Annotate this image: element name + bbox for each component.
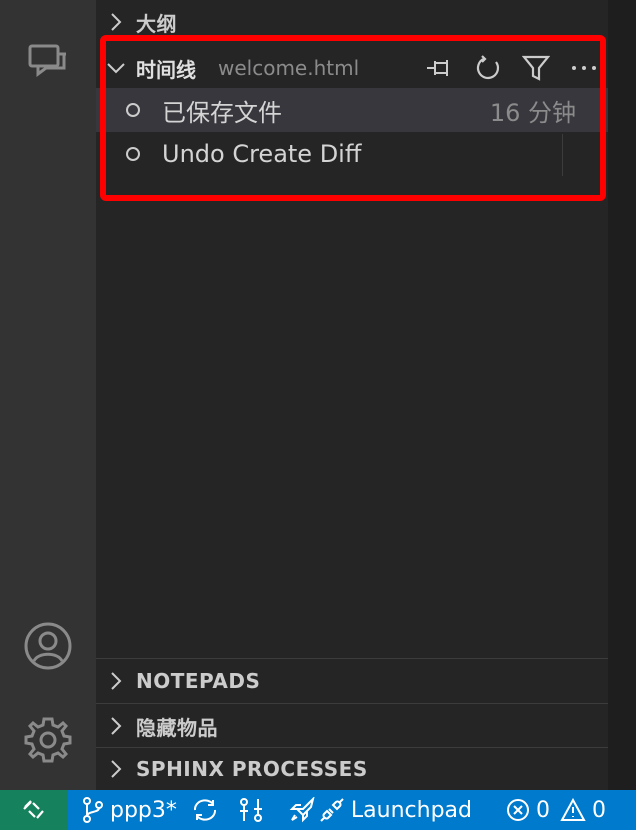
filter-icon[interactable] [512, 46, 560, 90]
sync-status[interactable] [191, 790, 219, 830]
account-icon[interactable] [22, 620, 74, 672]
compare-status[interactable] [239, 790, 263, 830]
timeline-entry[interactable]: Undo Create Diff [96, 132, 608, 176]
rocket-icon [289, 797, 315, 823]
timeline-entry-time: 16 分钟 [489, 98, 576, 127]
status-bar: ppp3* Launchpad 0 0 [0, 790, 636, 830]
outline-title: 大纲 [136, 11, 177, 36]
chevron-right-icon [96, 671, 136, 691]
branch-status[interactable]: ppp3* [82, 790, 177, 830]
pin-icon[interactable] [416, 46, 464, 90]
notepads-title: NOTEPADS [136, 669, 261, 693]
timeline-section-header[interactable]: 时间线 welcome.html [96, 46, 608, 90]
timeline-entry-label: Undo Create Diff [162, 140, 362, 168]
branch-name: ppp3* [110, 797, 177, 823]
chevron-down-icon [96, 61, 136, 75]
commit-dot-icon [126, 147, 140, 161]
sync-icon [193, 799, 216, 821]
outline-section-header[interactable]: 大纲 [96, 0, 608, 44]
hidden-items-section-header[interactable]: 隐藏物品 [96, 704, 608, 748]
remote-indicator[interactable] [0, 790, 68, 830]
hidden-items-title: 隐藏物品 [136, 715, 218, 740]
warning-count: 0 [591, 797, 606, 823]
timeline-entry-label: 已保存文件 [162, 98, 282, 127]
sidebar: 大纲 时间线 welcome.html 已保存文件 16 分钟 Undo Cre… [96, 0, 608, 790]
problems-status[interactable]: 0 0 [506, 790, 606, 830]
gear-icon[interactable] [22, 714, 74, 766]
editor-edge [608, 0, 636, 790]
plug-icon [320, 798, 344, 822]
launchpad-status[interactable]: Launchpad [289, 790, 472, 830]
chat-icon[interactable] [22, 36, 74, 88]
activity-bar [0, 0, 96, 790]
error-count: 0 [535, 797, 550, 823]
warning-icon [560, 798, 586, 821]
notepads-section-header[interactable]: NOTEPADS [96, 659, 608, 703]
sphinx-title: SPHINX PROCESSES [136, 757, 368, 781]
chevron-right-icon [96, 759, 136, 779]
more-actions-icon[interactable] [560, 46, 608, 90]
chevron-right-icon [96, 716, 136, 736]
vscode-window: 大纲 时间线 welcome.html 已保存文件 16 分钟 Undo Cre… [0, 0, 636, 830]
chevron-right-icon [96, 12, 136, 32]
timeline-column-divider [562, 134, 563, 176]
remote-icon [23, 800, 44, 819]
timeline-title: 时间线 [136, 57, 196, 82]
git-compare-icon [239, 798, 262, 822]
timeline-file: welcome.html [218, 56, 360, 80]
refresh-icon[interactable] [464, 46, 512, 90]
timeline-entry[interactable]: 已保存文件 16 分钟 [96, 88, 608, 132]
commit-dot-icon [126, 103, 140, 117]
error-icon [506, 799, 529, 821]
sphinx-section-header[interactable]: SPHINX PROCESSES [96, 747, 608, 791]
timeline-actions [416, 46, 608, 90]
launchpad-label: Launchpad [350, 797, 472, 823]
branch-icon [83, 797, 103, 823]
